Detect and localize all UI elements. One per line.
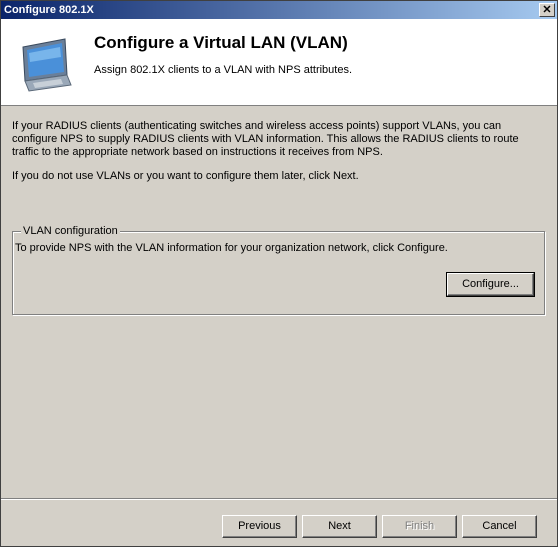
footer-divider xyxy=(1,498,557,500)
vlan-group-instruction: To provide NPS with the VLAN information… xyxy=(15,242,448,254)
finish-button[interactable]: Finish xyxy=(382,515,457,538)
previous-button[interactable]: Previous xyxy=(222,515,297,538)
next-button[interactable]: Next xyxy=(302,515,377,538)
title-bar: Configure 802.1X ✕ xyxy=(1,1,557,19)
monitor-icon xyxy=(22,38,72,92)
vlan-group-legend: VLAN configuration xyxy=(21,225,120,237)
skip-instruction-text: If you do not use VLANs or you want to c… xyxy=(12,170,359,182)
page-title: Configure a Virtual LAN (VLAN) xyxy=(94,33,348,52)
configure-8021x-dialog: Configure 802.1X ✕ Configure a Virtual L… xyxy=(0,0,558,547)
page-subtitle: Assign 802.1X clients to a VLAN with NPS… xyxy=(94,64,353,76)
vlan-configuration-group: VLAN configuration To provide NPS with t… xyxy=(12,225,545,315)
cancel-button[interactable]: Cancel xyxy=(462,515,537,538)
close-icon: ✕ xyxy=(542,4,552,16)
window-title: Configure 802.1X xyxy=(4,4,94,16)
close-button[interactable]: ✕ xyxy=(539,3,555,17)
wizard-header: Configure a Virtual LAN (VLAN) Assign 80… xyxy=(1,19,557,106)
description-text: If your RADIUS clients (authenticating s… xyxy=(12,120,519,158)
configure-button[interactable]: Configure... xyxy=(446,272,535,297)
